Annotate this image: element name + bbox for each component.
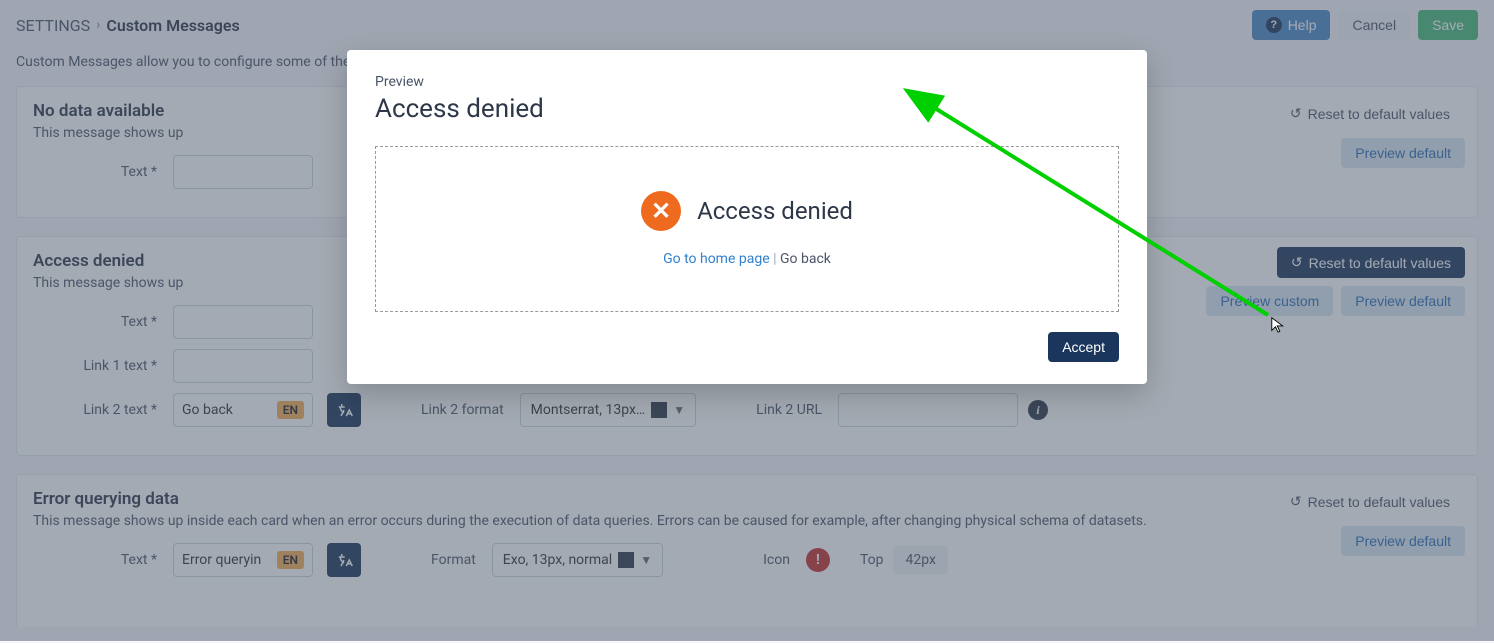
modal-title: Access denied (375, 94, 1119, 124)
deny-icon: ✕ (641, 191, 681, 231)
home-link[interactable]: Go to home page (663, 251, 770, 267)
preview-label: Preview (375, 74, 1119, 90)
modal-overlay[interactable]: Preview Access denied ✕ Access denied Go… (0, 0, 1494, 641)
deny-text: Access denied (697, 197, 853, 225)
preview-box: ✕ Access denied Go to home page | Go bac… (375, 146, 1119, 312)
preview-modal: Preview Access denied ✕ Access denied Go… (347, 50, 1147, 384)
accept-button[interactable]: Accept (1048, 332, 1119, 362)
preview-links: Go to home page | Go back (396, 251, 1098, 267)
go-back-text: Go back (780, 251, 831, 267)
